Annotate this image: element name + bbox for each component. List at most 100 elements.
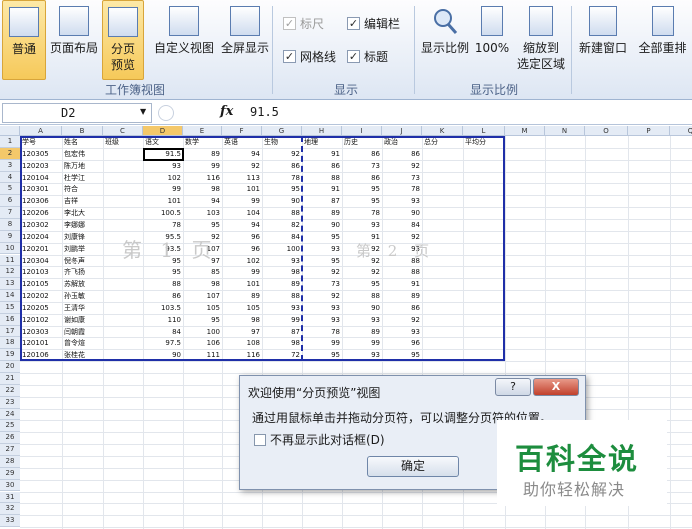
row-header[interactable]: 32 <box>0 503 20 516</box>
row-header[interactable]: 13 <box>0 278 20 291</box>
name-box[interactable]: D2 <box>2 103 152 123</box>
headings-checkbox[interactable]: ✓ 标题 <box>347 48 388 65</box>
group-label-workbook-views: 工作簿视图 <box>104 83 165 97</box>
column-header[interactable]: P <box>628 126 670 136</box>
column-header[interactable]: F <box>222 126 262 136</box>
row-header[interactable]: 30 <box>0 479 20 492</box>
view-button-3[interactable]: 自定义视图 <box>148 0 220 80</box>
row-header[interactable]: 19 <box>0 349 20 362</box>
row-header[interactable]: 8 <box>0 218 20 231</box>
row-header[interactable]: 6 <box>0 195 20 208</box>
arrange-all-button[interactable]: 全部重排 <box>633 0 692 80</box>
row-header[interactable]: 11 <box>0 254 20 267</box>
row-header[interactable]: 25 <box>0 420 20 433</box>
select-all-corner[interactable] <box>0 126 20 136</box>
ruler-label: 标尺 <box>300 17 325 31</box>
view-icon <box>230 6 260 36</box>
view-button-4[interactable]: 全屏显示 <box>218 0 272 80</box>
formula-bar-checkbox[interactable]: ✓ 编辑栏 <box>347 15 400 32</box>
row-header[interactable]: 21 <box>0 373 20 385</box>
ribbon: 普通 页面布局 分页 预览 自定义视图 全屏显示 工作簿视图 ✓ 标尺 ✓ 编辑栏 ✓ 网格线… <box>0 0 692 100</box>
gridline <box>20 515 692 517</box>
view-button-label: 页面布局 <box>49 41 98 55</box>
row-header[interactable]: 2 <box>0 147 20 160</box>
ruler-checkbox[interactable]: ✓ 标尺 <box>283 15 324 32</box>
zoom-label: 显示比例 <box>420 41 469 55</box>
row-header[interactable]: 31 <box>0 491 20 504</box>
column-header[interactable]: C <box>103 126 143 136</box>
zoom-100-label: 100% <box>474 41 510 55</box>
row-header[interactable]: 24 <box>0 408 20 421</box>
dont-show-again-checkbox[interactable]: 不再显示此对话框(D) <box>254 431 385 448</box>
column-header[interactable]: N <box>545 126 585 136</box>
row-header[interactable]: 26 <box>0 432 20 445</box>
column-header[interactable]: L <box>463 126 505 136</box>
formula-input[interactable]: 91.5 <box>250 105 279 119</box>
row-header[interactable]: 20 <box>0 361 20 373</box>
logo-title: 百科全说 <box>515 442 640 476</box>
column-header[interactable]: I <box>342 126 382 136</box>
help-button[interactable]: ? <box>495 378 531 396</box>
column-header[interactable]: O <box>585 126 628 136</box>
column-header[interactable]: H <box>302 126 342 136</box>
column-header[interactable]: G <box>262 126 302 136</box>
view-button-label: 分页 预览 <box>110 42 135 72</box>
row-header[interactable]: 23 <box>0 396 20 409</box>
row-header[interactable]: 33 <box>0 515 20 528</box>
cancel-circle-icon <box>158 105 174 121</box>
chevron-down-icon[interactable]: ▼ <box>140 107 146 116</box>
row-header[interactable]: 4 <box>0 171 20 184</box>
row-header[interactable]: 28 <box>0 455 20 468</box>
gridline <box>20 527 692 529</box>
view-button-2[interactable]: 分页 预览 <box>102 0 144 80</box>
zoom-to-selection-button[interactable]: 缩放到 选定区域 <box>513 0 569 80</box>
dialog-title: 欢迎使用“分页预览”视图 <box>248 386 381 400</box>
zoom-to-selection-label: 缩放到 选定区域 <box>516 41 565 71</box>
row-header[interactable]: 16 <box>0 313 20 326</box>
view-button-0[interactable]: 普通 <box>2 0 46 80</box>
column-header[interactable]: B <box>62 126 103 136</box>
arrange-all-icon <box>651 6 674 36</box>
site-watermark-logo: 百科全说 助你轻松解决 <box>497 420 667 506</box>
zoom-100-button[interactable]: 100% <box>474 0 510 80</box>
column-header[interactable]: M <box>505 126 545 136</box>
new-window-button[interactable]: 新建窗口 <box>574 0 632 80</box>
gridlines-label: 网格线 <box>300 50 337 64</box>
fx-icon[interactable]: fx <box>220 104 233 119</box>
zoom-selection-icon <box>529 6 553 36</box>
zoom-button[interactable]: 显示比例 <box>417 0 473 80</box>
row-header[interactable]: 22 <box>0 384 20 397</box>
checkbox-icon <box>254 433 266 446</box>
row-header[interactable]: 7 <box>0 207 20 219</box>
column-header[interactable]: Q <box>670 126 692 136</box>
column-header[interactable]: E <box>183 126 222 136</box>
row-header[interactable]: 14 <box>0 290 20 302</box>
row-header[interactable]: 5 <box>0 183 20 196</box>
row-header[interactable]: 10 <box>0 242 20 255</box>
close-button[interactable]: X <box>533 378 579 396</box>
dont-show-again-label: 不再显示此对话框(D) <box>270 433 385 447</box>
column-header[interactable]: D <box>143 126 183 136</box>
logo-subtitle: 助你轻松解决 <box>523 480 626 499</box>
check-icon: ✓ <box>347 50 360 63</box>
ok-button[interactable]: 确定 <box>367 456 459 477</box>
gridlines-checkbox[interactable]: ✓ 网格线 <box>283 48 336 65</box>
row-header[interactable]: 29 <box>0 467 20 480</box>
new-window-label: 新建窗口 <box>578 41 627 55</box>
view-icon <box>59 6 89 36</box>
view-icon <box>108 7 138 37</box>
row-header[interactable]: 17 <box>0 325 20 338</box>
row-header[interactable]: 18 <box>0 337 20 350</box>
column-header[interactable]: J <box>382 126 422 136</box>
row-header[interactable]: 12 <box>0 266 20 279</box>
row-header[interactable]: 15 <box>0 301 20 314</box>
row-header[interactable]: 1 <box>0 136 20 148</box>
view-button-1[interactable]: 页面布局 <box>46 0 102 80</box>
column-header[interactable]: K <box>422 126 463 136</box>
ribbon-separator <box>272 6 273 94</box>
row-header[interactable]: 27 <box>0 444 20 456</box>
row-header[interactable]: 3 <box>0 159 20 172</box>
row-header[interactable]: 9 <box>0 230 20 243</box>
column-header[interactable]: A <box>20 126 62 136</box>
page-break-line[interactable] <box>301 136 303 362</box>
